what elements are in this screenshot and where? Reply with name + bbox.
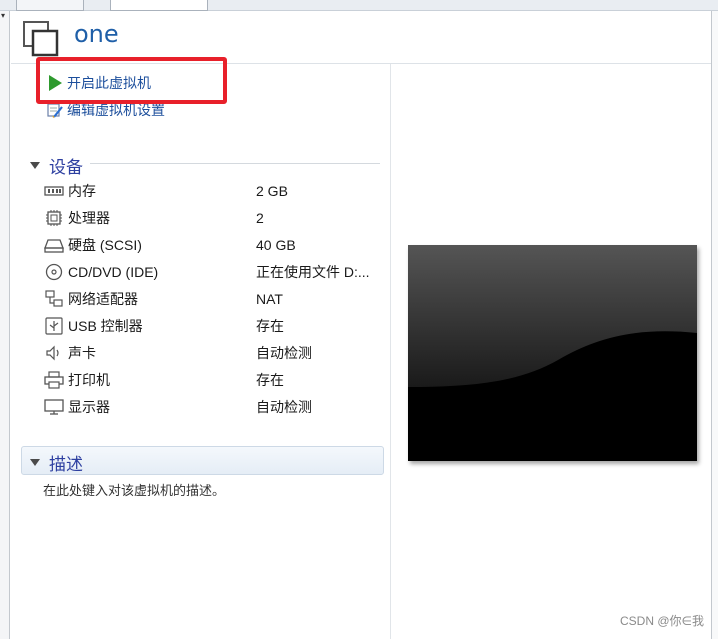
- right-scrollbar[interactable]: [711, 11, 718, 639]
- device-value: 40 GB: [256, 237, 296, 253]
- tab-vm-one[interactable]: [110, 0, 208, 11]
- device-value: 自动检测: [256, 399, 312, 415]
- vm-screen-thumbnail[interactable]: [408, 245, 697, 461]
- cd-dvd-icon: [45, 263, 63, 281]
- sound-card-icon: [46, 345, 59, 361]
- device-value: 存在: [256, 318, 284, 334]
- memory-icon: [44, 186, 64, 196]
- printer-icon: [44, 371, 64, 389]
- device-name: CD/DVD (IDE): [68, 264, 159, 280]
- watermark: CSDN @你∈我: [620, 614, 704, 628]
- annotation-highlight-box: [36, 57, 227, 104]
- virtual-machine-icon: [23, 21, 59, 57]
- network-adapter-icon: [45, 290, 63, 307]
- hard-disk-icon: [44, 239, 64, 253]
- description-section-header[interactable]: 描述: [24, 450, 83, 475]
- collapse-triangle-icon[interactable]: [30, 162, 40, 169]
- description-input[interactable]: 在此处键入对该虚拟机的描述。: [43, 480, 225, 499]
- collapse-triangle-icon[interactable]: [30, 459, 40, 466]
- device-name: 内存: [68, 183, 96, 199]
- processor-icon: [46, 210, 62, 226]
- page-title: one: [74, 20, 119, 48]
- device-row-network-adapter[interactable]: 网络适配器 NAT: [44, 288, 384, 310]
- tab-home[interactable]: [16, 0, 84, 11]
- device-row-printer[interactable]: 打印机 存在: [44, 369, 384, 391]
- device-row-memory[interactable]: 内存 2 GB: [44, 180, 384, 202]
- device-name: USB 控制器: [68, 318, 143, 334]
- left-panel-edge: ▾: [0, 11, 10, 639]
- device-value: 存在: [256, 372, 284, 388]
- usb-icon: [45, 317, 63, 335]
- device-value: 自动检测: [256, 345, 312, 361]
- vm-preview-pane: [390, 64, 711, 639]
- device-row-display[interactable]: 显示器 自动检测: [44, 396, 384, 418]
- device-row-usb[interactable]: USB 控制器 存在: [44, 315, 384, 337]
- device-value: 2 GB: [256, 183, 288, 199]
- device-value: NAT: [256, 291, 283, 307]
- devices-section-label: 设备: [49, 158, 83, 177]
- screen-gloss: [408, 245, 697, 461]
- device-name: 打印机: [68, 372, 110, 388]
- description-section-label: 描述: [49, 455, 83, 474]
- device-name: 显示器: [68, 399, 110, 415]
- device-name: 硬盘 (SCSI): [68, 237, 142, 253]
- device-value: 正在使用文件 D:...: [256, 264, 370, 280]
- device-row-processor[interactable]: 处理器 2: [44, 207, 384, 229]
- devices-section-header[interactable]: 设备: [24, 153, 83, 178]
- display-icon: [44, 399, 64, 415]
- device-name: 网络适配器: [68, 291, 138, 307]
- device-row-hard-disk[interactable]: 硬盘 (SCSI) 40 GB: [44, 234, 384, 256]
- device-name: 处理器: [68, 210, 110, 226]
- device-value: 2: [256, 210, 264, 226]
- tab-strip: [0, 0, 718, 11]
- device-row-sound-card[interactable]: 声卡 自动检测: [44, 342, 384, 364]
- chevron-down-icon[interactable]: ▾: [1, 11, 5, 20]
- device-name: 声卡: [68, 345, 96, 361]
- device-row-cd-dvd[interactable]: CD/DVD (IDE) 正在使用文件 D:...: [44, 261, 384, 283]
- section-divider: [90, 163, 380, 164]
